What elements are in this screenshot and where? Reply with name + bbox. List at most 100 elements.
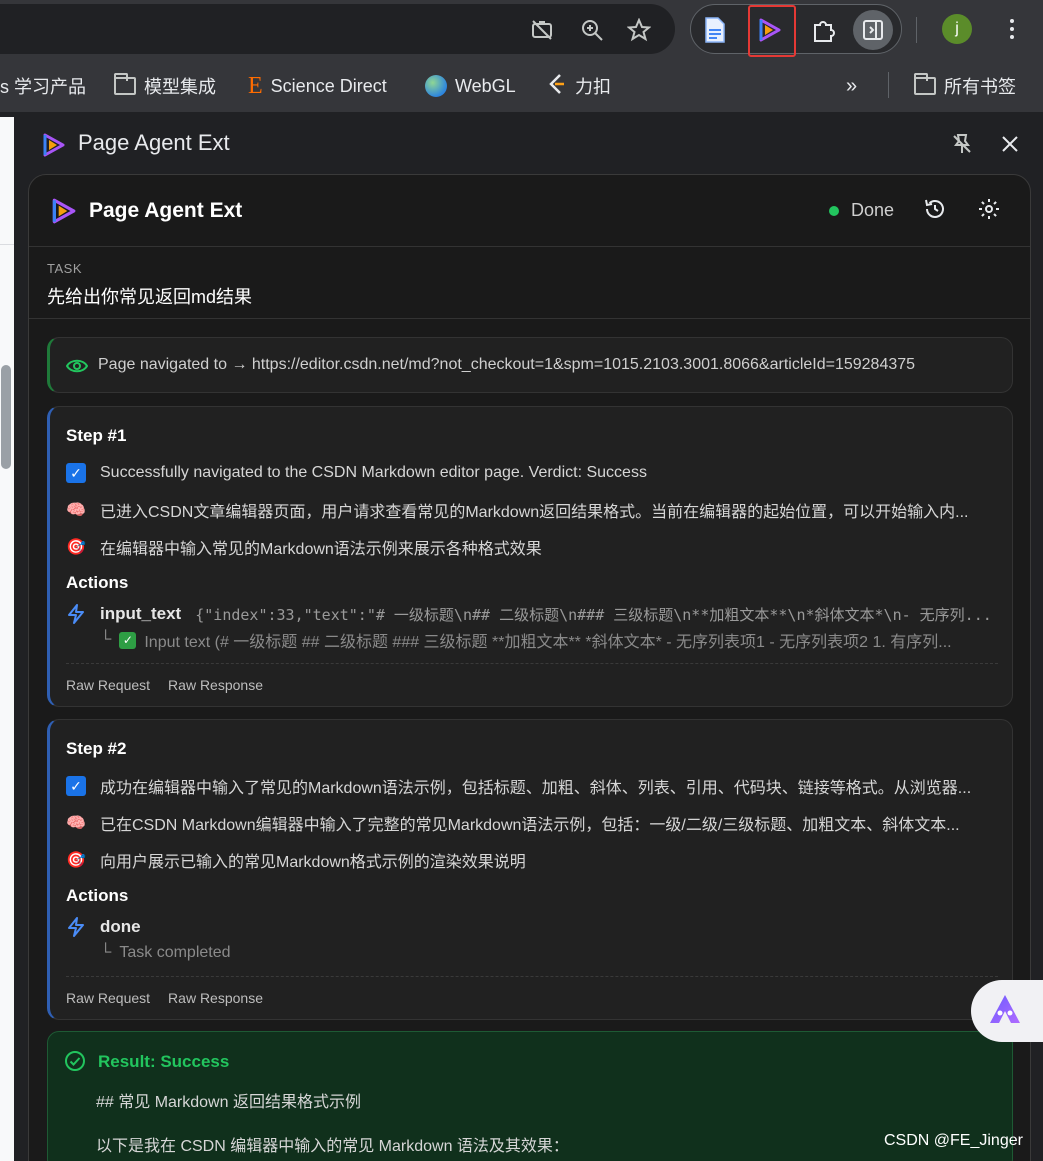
divider	[66, 663, 998, 664]
side-panel: Page Agent Ext Page Agent Ext Done TASK …	[14, 112, 1043, 1161]
goal-text: 在编辑器中输入常见的Markdown语法示例来展示各种格式效果	[100, 541, 542, 558]
app-title: Page Agent Ext	[89, 199, 243, 222]
step-goal: 🎯 向用户展示已输入的常见Markdown格式示例的渲染效果说明	[66, 848, 1001, 872]
browser-toolbar: j	[0, 0, 1043, 60]
bookmark-label: Science Direct	[270, 75, 387, 96]
step-goal: 🎯 在编辑器中输入常见的Markdown语法示例来展示各种格式效果	[66, 535, 1001, 559]
camera-off-icon[interactable]	[530, 18, 554, 42]
target-icon: 🎯	[66, 852, 86, 869]
toolbar-separator	[916, 17, 917, 43]
brain-icon: 🧠	[66, 815, 86, 832]
tree-branch-icon: └	[100, 944, 112, 961]
side-panel-icon[interactable]	[853, 10, 893, 50]
gear-icon[interactable]	[977, 197, 1003, 223]
step-evaluation: ✓ 成功在编辑器中输入了常见的Markdown语法示例，包括标题、加粗、斜体、列…	[66, 774, 1001, 798]
extensions-group	[690, 4, 902, 54]
task-section: TASK 先给出你常见返回md结果	[29, 247, 1030, 319]
page-agent-logo-icon	[40, 132, 66, 158]
status-badge: Done	[851, 200, 895, 220]
elsevier-icon: E	[248, 72, 263, 99]
page-scrollbar[interactable]	[1, 365, 11, 469]
app-header: Page Agent Ext Done	[29, 175, 1030, 247]
lightning-icon	[66, 604, 86, 624]
task-label: TASK	[47, 261, 82, 276]
raw-links: Raw Request Raw Response	[66, 990, 263, 1006]
action-name: input_text	[100, 604, 182, 623]
step-memory: 🧠 已在CSDN Markdown编辑器中输入了完整的常见Markdown语法示…	[66, 811, 1001, 835]
lightning-icon	[66, 917, 86, 937]
goal-text: 向用户展示已输入的常见Markdown格式示例的渲染效果说明	[100, 854, 526, 871]
history-icon[interactable]	[923, 197, 949, 223]
divider	[66, 976, 998, 977]
assistant-logo-icon	[987, 993, 1023, 1030]
action-row: input_text {"index":33,"text":"# 一级标题\n#…	[66, 602, 1001, 626]
unpin-icon[interactable]	[950, 132, 974, 156]
folder-icon	[114, 73, 136, 95]
navigation-card: Page navigated to → https://editor.csdn.…	[47, 337, 1013, 393]
result-card: Result: Success ## 常见 Markdown 返回结果格式示例 …	[47, 1031, 1013, 1161]
action-row: done	[66, 915, 1001, 939]
bookmark-label: 力扣	[575, 77, 611, 97]
all-bookmarks-button[interactable]: 所有书签	[914, 73, 1016, 99]
eye-icon	[65, 356, 89, 376]
floating-assistant-button[interactable]	[971, 980, 1043, 1042]
step-card: Step #2 ✓ 成功在编辑器中输入了常见的Markdown语法示例，包括标题…	[47, 719, 1013, 1020]
checkbox-icon: ✓	[66, 776, 86, 796]
step-title: Step #1	[66, 426, 127, 445]
raw-response-link[interactable]: Raw Response	[168, 677, 263, 693]
result-text-line: 以下是我在 CSDN 编辑器中输入的常见 Markdown 语法及其效果：	[96, 1138, 569, 1155]
task-text: 先给出你常见返回md结果	[47, 287, 253, 307]
bookmark-item[interactable]: s 学习产品	[0, 73, 86, 99]
result-text-line: ## 常见 Markdown 返回结果格式示例	[96, 1094, 361, 1111]
bookmark-item[interactable]: E Science Direct	[248, 73, 387, 99]
evaluation-text: Successfully navigated to the CSDN Markd…	[100, 464, 647, 481]
bookmark-item[interactable]: 模型集成	[114, 73, 216, 99]
check-green-icon: ✓	[119, 631, 137, 649]
highlight-box	[748, 5, 796, 57]
zoom-icon[interactable]	[580, 18, 604, 42]
doc-extension-icon[interactable]	[695, 10, 735, 50]
divider	[0, 244, 14, 245]
page-agent-logo-icon	[49, 197, 76, 224]
puzzle-extensions-icon[interactable]	[804, 10, 844, 50]
brain-icon: 🧠	[66, 502, 86, 519]
close-icon[interactable]	[999, 133, 1021, 155]
raw-response-link[interactable]: Raw Response	[168, 990, 263, 1006]
globe-icon	[425, 75, 447, 97]
action-result-text: Task completed	[119, 944, 231, 961]
step-evaluation: ✓ Successfully navigated to the CSDN Mar…	[66, 461, 1001, 485]
memory-text: 已在CSDN Markdown编辑器中输入了完整的常见Markdown语法示例，…	[100, 817, 960, 834]
step-title: Step #2	[66, 739, 127, 758]
avatar-initial: j	[955, 20, 959, 37]
bookmark-label: WebGL	[455, 75, 516, 96]
checkbox-icon: ✓	[66, 463, 86, 483]
actions-label: Actions	[66, 573, 129, 592]
bookmark-item[interactable]: WebGL	[425, 73, 516, 99]
action-result-row: └ ✓ Input text (# 一级标题 ## 二级标题 ### 三级标题 …	[100, 629, 1000, 651]
navigation-text: Page navigated to → https://editor.csdn.…	[98, 356, 916, 373]
raw-links: Raw Request Raw Response	[66, 677, 263, 693]
bookmarks-separator	[888, 72, 889, 98]
side-panel-title: Page Agent Ext	[78, 130, 230, 155]
action-result-text: Input text (# 一级标题 ## 二级标题 ### 三级标题 **加粗…	[144, 634, 952, 651]
side-panel-header: Page Agent Ext	[14, 112, 1043, 174]
bookmark-item[interactable]: 力扣	[547, 73, 611, 99]
bookmark-star-icon[interactable]	[626, 17, 652, 42]
bookmarks-overflow-button[interactable]: »	[846, 73, 857, 99]
bookmark-label: s 学习产品	[0, 77, 87, 97]
page-content-edge	[0, 117, 14, 1161]
evaluation-text: 成功在编辑器中输入了常见的Markdown语法示例，包括标题、加粗、斜体、列表、…	[100, 780, 972, 797]
action-args: {"index":33,"text":"# 一级标题\n## 二级标题\n###…	[195, 605, 992, 624]
avatar[interactable]: j	[942, 14, 972, 44]
bookmark-label: 模型集成	[144, 77, 216, 97]
address-bar[interactable]	[0, 4, 675, 54]
bookmark-label: 所有书签	[944, 77, 1016, 97]
raw-request-link[interactable]: Raw Request	[66, 677, 150, 693]
result-title: Result: Success	[98, 1052, 230, 1071]
tree-branch-icon: └	[100, 631, 112, 648]
raw-request-link[interactable]: Raw Request	[66, 990, 150, 1006]
watermark: CSDN @FE_Jinger	[884, 1132, 1023, 1149]
target-icon: 🎯	[66, 539, 86, 556]
menu-kebab-icon[interactable]	[1000, 14, 1024, 44]
action-result-row: └ Task completed	[100, 942, 1000, 964]
